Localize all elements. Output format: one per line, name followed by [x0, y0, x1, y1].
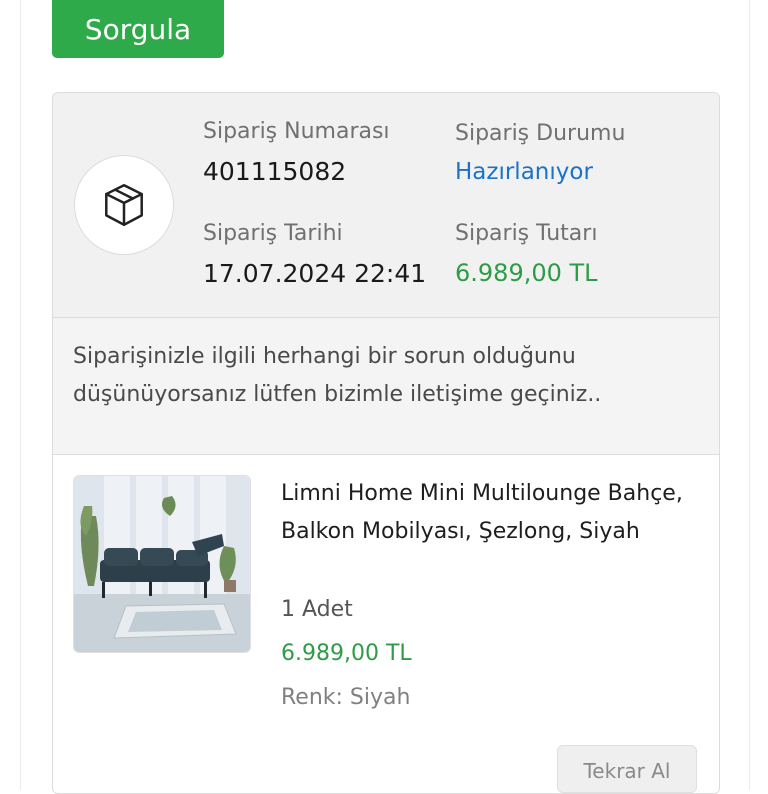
order-card: Sipariş Numarası 401115082 Sipariş Durum… — [52, 92, 720, 794]
order-date-label: Sipariş Tarihi — [203, 221, 343, 246]
order-total-label: Sipariş Tutarı — [455, 221, 598, 246]
order-status-label: Sipariş Durumu — [455, 121, 626, 146]
product-price: 6.989,00 TL — [281, 641, 412, 666]
order-number-label: Sipariş Numarası — [203, 119, 390, 144]
product-name[interactable]: Limni Home Mini Multilounge Bahçe, Balko… — [281, 475, 701, 551]
product-color: Renk: Siyah — [281, 685, 411, 710]
order-summary: Sipariş Numarası 401115082 Sipariş Durum… — [53, 93, 719, 318]
order-status: Hazırlanıyor — [455, 159, 593, 185]
support-notice: Siparişinizle ilgili herhangi bir sorun … — [53, 318, 719, 455]
product-image[interactable] — [73, 475, 251, 653]
query-button[interactable]: Sorgula — [52, 0, 224, 58]
support-notice-text: Siparişinizle ilgili herhangi bir sorun … — [73, 344, 602, 407]
product-quantity: 1 Adet — [281, 597, 353, 622]
order-date: 17.07.2024 22:41 — [203, 259, 427, 288]
package-box-icon — [74, 155, 174, 255]
order-total: 6.989,00 TL — [455, 259, 598, 287]
product-item: Limni Home Mini Multilounge Bahçe, Balko… — [53, 455, 719, 793]
order-number: 401115082 — [203, 157, 347, 186]
reorder-button[interactable]: Tekrar Al — [557, 745, 697, 793]
